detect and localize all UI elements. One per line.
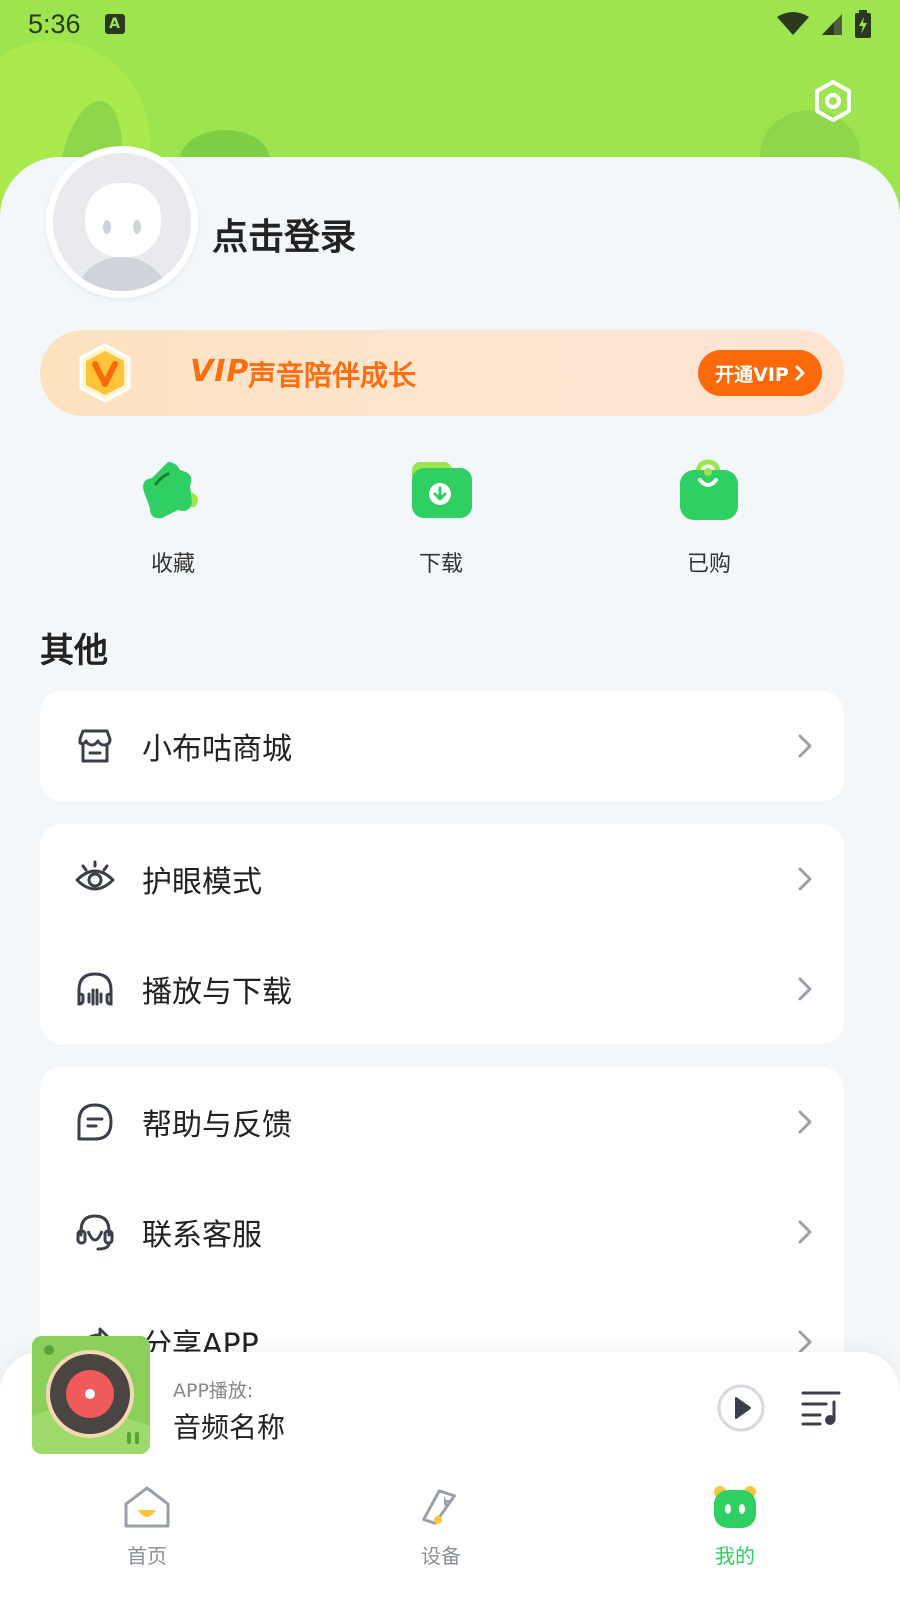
menu-item-label: 联系客服 xyxy=(142,1218,262,1253)
downloads-label: 下载 xyxy=(418,552,463,577)
album-cover[interactable] xyxy=(32,1336,150,1454)
section-title: 其他 xyxy=(40,631,108,671)
vip-banner[interactable]: VIP 声音陪伴成长 开通VIP xyxy=(40,330,844,416)
vip-logo: VIP xyxy=(190,354,250,389)
feedback-chat-icon xyxy=(77,1103,113,1141)
mine-icon xyxy=(714,1486,756,1528)
status-time: 5:36 xyxy=(28,8,81,39)
chevron-right-icon xyxy=(798,1110,812,1134)
favorites-label: 收藏 xyxy=(150,552,195,577)
login-prompt[interactable]: 点击登录 xyxy=(212,208,356,260)
customer-service-icon xyxy=(76,1214,114,1251)
vinyl-record-icon xyxy=(32,1336,150,1454)
store-icon xyxy=(78,729,112,763)
vip-badge-icon xyxy=(79,343,131,403)
menu-item-playback[interactable]: 播放与下载 xyxy=(40,934,844,1044)
open-vip-button[interactable]: 开通VIP xyxy=(698,350,822,396)
status-bar: 5:36 A xyxy=(0,0,900,48)
quick-actions: 收藏 下载 已购 xyxy=(0,458,900,578)
settings-group: 小布咕商城 xyxy=(40,691,844,801)
wifi-icon xyxy=(777,12,809,35)
purchased-bag-icon xyxy=(680,459,738,520)
menu-item-eye-care[interactable]: 护眼模式 xyxy=(40,824,844,934)
avatar[interactable] xyxy=(46,146,198,298)
playlist-icon[interactable] xyxy=(800,1388,842,1428)
menu-item-customer-service[interactable]: 联系客服 xyxy=(40,1177,844,1287)
chevron-right-icon xyxy=(798,867,812,891)
notification-a-icon: A xyxy=(104,14,125,34)
download-folder-icon xyxy=(412,462,472,518)
play-icon[interactable] xyxy=(716,1383,766,1433)
settings-group: 护眼模式 播放与下载 xyxy=(40,824,844,1044)
track-title: 音频名称 xyxy=(173,1411,286,1444)
tab-device[interactable]: 设备 xyxy=(381,1484,501,1569)
menu-item-label: 播放与下载 xyxy=(142,975,292,1010)
signal-icon xyxy=(822,14,842,35)
eye-icon xyxy=(75,860,115,891)
headphones-icon xyxy=(77,972,113,1006)
favorite-star-icon xyxy=(143,462,198,519)
menu-item-store[interactable]: 小布咕商城 xyxy=(40,691,844,801)
home-icon xyxy=(124,1486,170,1528)
settings-gear-icon[interactable] xyxy=(812,80,854,122)
menu-item-label: 帮助与反馈 xyxy=(142,1108,292,1143)
menu-item-feedback[interactable]: 帮助与反馈 xyxy=(40,1067,844,1177)
settings-group: 帮助与反馈 联系客服 分享APP xyxy=(40,1067,844,1387)
tab-label: 设备 xyxy=(421,1544,461,1568)
favorites-button[interactable]: 收藏 xyxy=(113,458,233,578)
purchased-label: 已购 xyxy=(686,552,731,577)
vip-slogan: 声音陪伴成长 xyxy=(248,359,417,392)
downloads-button[interactable]: 下载 xyxy=(381,458,501,578)
chevron-right-icon xyxy=(798,977,812,1001)
tab-mine[interactable]: 我的 xyxy=(675,1484,795,1569)
purchased-button[interactable]: 已购 xyxy=(649,458,769,578)
menu-item-label: 护眼模式 xyxy=(142,865,262,900)
chevron-right-icon xyxy=(795,365,805,381)
bottom-tab-bar: 首页 设备 我的 xyxy=(0,1480,900,1600)
tab-label: 我的 xyxy=(715,1544,755,1568)
tab-label: 首页 xyxy=(127,1544,167,1568)
device-icon xyxy=(422,1489,456,1525)
tab-home[interactable]: 首页 xyxy=(87,1484,207,1569)
open-vip-label: 开通VIP xyxy=(715,363,789,386)
menu-item-label: 小布咕商城 xyxy=(142,732,292,767)
chevron-right-icon xyxy=(798,734,812,758)
playback-source: APP播放: xyxy=(173,1380,254,1402)
chevron-right-icon xyxy=(798,1220,812,1244)
battery-icon xyxy=(855,10,871,38)
default-avatar-icon xyxy=(53,153,191,291)
